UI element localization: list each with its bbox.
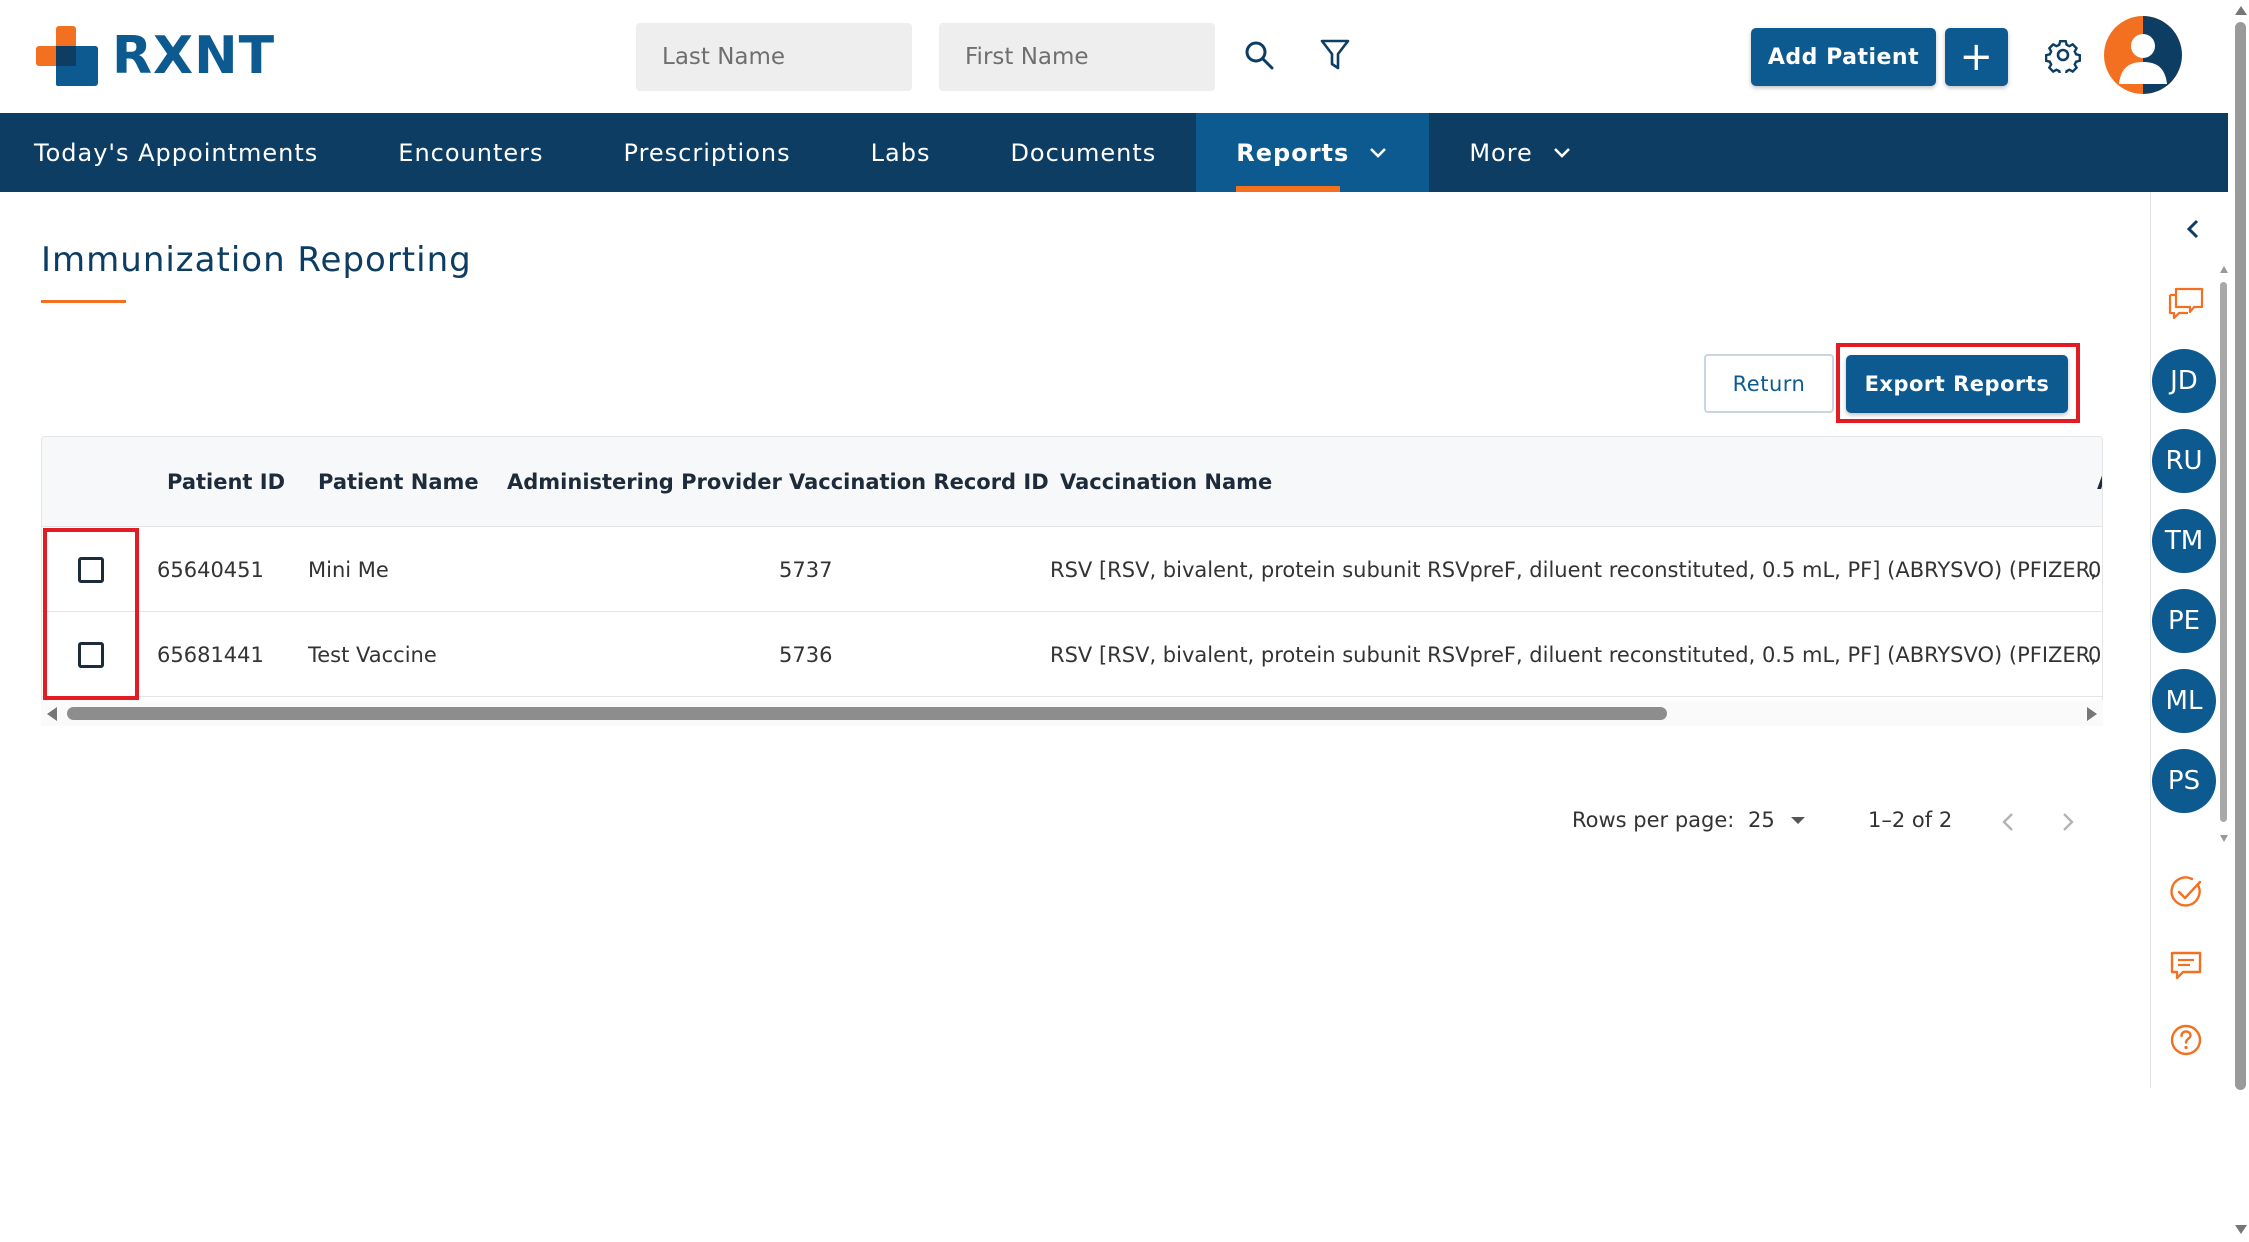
- check-circle-icon[interactable]: [2164, 870, 2208, 914]
- gear-icon[interactable]: [2038, 30, 2088, 80]
- window-scrollbar[interactable]: [2232, 0, 2249, 1242]
- col-vaccination-name[interactable]: Vaccination Name: [1060, 437, 1272, 527]
- app-header: RXNT Add Patient +: [0, 0, 2228, 113]
- nav-todays-appointments[interactable]: Today's Appointments: [0, 113, 358, 192]
- row-checkbox[interactable]: [78, 642, 104, 668]
- caret-down-icon: [1790, 816, 1805, 824]
- nav-encounters[interactable]: Encounters: [358, 113, 583, 192]
- nav-reports-label: Reports: [1236, 138, 1350, 167]
- chevron-left-icon: [2186, 219, 2199, 239]
- rows-per-page-label: Rows per page:: [1572, 808, 1735, 832]
- row-checkbox[interactable]: [78, 557, 104, 583]
- collapse-rail-button[interactable]: [2178, 214, 2208, 244]
- cell-patient-id: 65681441: [157, 642, 264, 667]
- rail-avatar-ru[interactable]: RU: [2152, 429, 2216, 493]
- logo-text: RXNT: [112, 26, 276, 86]
- cell-vaccination-name: RSV [RSV, bivalent, protein subunit RSVp…: [1050, 642, 2103, 667]
- table-row[interactable]: 65640451 Mini Me 5737 RSV [RSV, bivalent…: [42, 527, 2103, 612]
- message-icon[interactable]: [2164, 944, 2208, 988]
- main-nav: Today's Appointments Encounters Prescrip…: [0, 113, 2228, 192]
- rail-scrollbar[interactable]: [2219, 262, 2228, 842]
- rail-scroll-thumb[interactable]: [2220, 282, 2227, 822]
- table-row[interactable]: 65681441 Test Vaccine 5736 RSV [RSV, biv…: [42, 612, 2103, 697]
- rail-avatar-ml[interactable]: ML: [2152, 669, 2216, 733]
- rows-per-page-select[interactable]: 25: [1748, 800, 1805, 840]
- scroll-left-arrow-icon[interactable]: [47, 707, 57, 721]
- filter-icon[interactable]: [1310, 30, 1360, 80]
- page-title: Immunization Reporting: [41, 240, 472, 280]
- cell-patient-id: 65640451: [157, 557, 264, 582]
- table-header: Patient ID Patient Name Administering Pr…: [42, 437, 2102, 527]
- chevron-down-icon: [1553, 143, 1573, 163]
- rxnt-logo[interactable]: RXNT: [36, 26, 275, 86]
- nav-more[interactable]: More: [1429, 113, 1613, 192]
- rail-avatar-ps[interactable]: PS: [2152, 749, 2216, 813]
- logo-cross-icon: [36, 26, 98, 86]
- cell-record-id: 5736: [779, 642, 833, 667]
- previous-page-button[interactable]: [1990, 804, 2026, 840]
- first-name-input[interactable]: [939, 23, 1215, 91]
- col-patient-name[interactable]: Patient Name: [318, 437, 479, 527]
- cell-extra: 02: [2088, 642, 2102, 667]
- help-icon[interactable]: [2164, 1018, 2208, 1062]
- next-page-button[interactable]: [2050, 804, 2086, 840]
- nav-more-label: More: [1469, 138, 1533, 167]
- nav-prescriptions[interactable]: Prescriptions: [584, 113, 831, 192]
- scroll-up-arrow-icon[interactable]: [2235, 6, 2247, 15]
- pagination-range: 1–2 of 2: [1868, 808, 1953, 832]
- cell-patient-name: Mini Me: [308, 557, 389, 582]
- title-underline: [41, 300, 126, 303]
- return-button[interactable]: Return: [1704, 354, 1834, 413]
- chevron-left-icon: [2002, 813, 2013, 831]
- cell-extra: 03: [2088, 557, 2102, 582]
- cell-record-id: 5737: [779, 557, 833, 582]
- export-reports-button[interactable]: Export Reports: [1846, 355, 2068, 413]
- window-scroll-thumb[interactable]: [2235, 22, 2246, 1090]
- rail-avatar-tm[interactable]: TM: [2152, 509, 2216, 573]
- col-patient-id[interactable]: Patient ID: [167, 437, 285, 527]
- last-name-input[interactable]: [636, 23, 912, 91]
- cell-vaccination-name: RSV [RSV, bivalent, protein subunit RSVp…: [1050, 557, 2103, 582]
- col-administering-provider[interactable]: Administering Provider: [507, 437, 782, 527]
- search-icon[interactable]: [1234, 30, 1284, 80]
- add-plus-button[interactable]: +: [1945, 28, 2008, 86]
- scroll-up-arrow-icon[interactable]: [2220, 266, 2228, 273]
- scroll-down-arrow-icon[interactable]: [2220, 835, 2228, 842]
- add-patient-button[interactable]: Add Patient: [1751, 28, 1936, 86]
- cell-patient-name: Test Vaccine: [308, 642, 437, 667]
- table-horizontal-scrollbar[interactable]: [41, 700, 2103, 726]
- nav-reports[interactable]: Reports: [1196, 113, 1430, 192]
- scrollbar-thumb[interactable]: [67, 707, 1667, 720]
- nav-labs[interactable]: Labs: [831, 113, 971, 192]
- chevron-down-icon: [1369, 143, 1389, 163]
- scroll-right-arrow-icon[interactable]: [2087, 707, 2097, 721]
- col-vaccination-record-id[interactable]: Vaccination Record ID: [789, 437, 1049, 527]
- rail-avatar-jd[interactable]: JD: [2152, 349, 2216, 413]
- chat-bubbles-icon[interactable]: [2164, 280, 2208, 324]
- nav-documents[interactable]: Documents: [970, 113, 1196, 192]
- immunization-table: Patient ID Patient Name Administering Pr…: [41, 436, 2103, 720]
- chevron-right-icon: [2063, 813, 2074, 831]
- rail-avatar-pe[interactable]: PE: [2152, 589, 2216, 653]
- rows-per-page-value: 25: [1748, 808, 1775, 832]
- scroll-down-arrow-icon[interactable]: [2235, 1225, 2247, 1234]
- col-next-truncated[interactable]: A: [2097, 437, 2102, 527]
- user-avatar[interactable]: [2104, 16, 2182, 94]
